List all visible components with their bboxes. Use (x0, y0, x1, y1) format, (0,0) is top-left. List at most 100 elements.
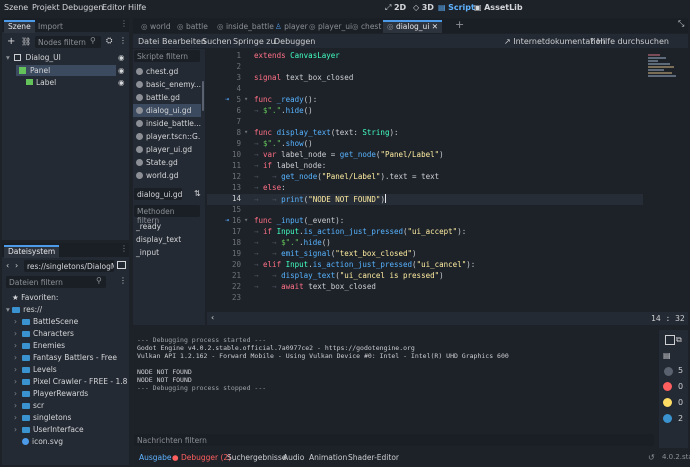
filesystem-item[interactable]: › BattleScene (2, 317, 78, 327)
method-filter-input[interactable]: Methoden filtern (134, 205, 200, 225)
add-node-icon[interactable]: + (7, 36, 15, 47)
code-line[interactable]: 7 (207, 117, 643, 128)
copy-output-icon[interactable]: ⧉ (676, 335, 682, 345)
menu-help[interactable]: Hilfe (128, 3, 146, 12)
path-field[interactable]: res://singletons/DialogMan (24, 260, 114, 272)
message-filter-input[interactable]: Nachrichten filtern (134, 434, 654, 446)
log-icon[interactable] (664, 367, 673, 376)
script-list-scrollbar[interactable] (202, 81, 204, 111)
code-line[interactable]: 22 → → await text_box_closed (207, 282, 643, 293)
bottom-tab[interactable]: Animation (309, 453, 347, 462)
workspace-2d-button[interactable]: ⤢ 2D (385, 3, 406, 13)
filesystem-item[interactable]: › UserInterface (2, 425, 84, 435)
res-root-row[interactable]: ▾ res:// (2, 305, 42, 315)
code-line[interactable]: 20 → elif Input.is_action_just_pressed("u… (207, 260, 643, 271)
script-menu-goto[interactable]: Springe zu (233, 37, 276, 46)
code-line[interactable]: 11 → if label_node: (207, 161, 643, 172)
file-filter-input[interactable]: Dateien filtern (6, 276, 106, 288)
warning-icon[interactable] (663, 398, 672, 407)
close-tab-icon[interactable]: ✕ (429, 22, 438, 31)
filesystem-item[interactable]: › singletons (2, 413, 71, 423)
visibility-eye-icon[interactable]: ◉ (118, 53, 125, 62)
menu-editor[interactable]: Editor (102, 3, 126, 12)
script-menu-debug[interactable]: Debuggen (274, 37, 315, 46)
script-menu-edit[interactable]: Bearbeiten (162, 37, 206, 46)
code-line[interactable]: 19 → → emit_signal("text_box_closed") (207, 249, 643, 260)
code-line[interactable]: 10 → var label_node = get_node("Panel/Lab… (207, 150, 643, 161)
code-line[interactable]: 8 ▾ func display_text(text: String): (207, 128, 643, 139)
script-list-item[interactable]: battle.gd (133, 91, 201, 104)
code-line[interactable]: 16 ⇥ ▾ func _input(_event): (207, 216, 643, 227)
code-line[interactable]: 14 → → print("NODE NOT FOUND") (207, 194, 643, 205)
editor-tab[interactable]: ◎ world (137, 20, 175, 33)
editor-tab[interactable]: ◎ chest (348, 20, 385, 33)
bottom-tab[interactable]: Audio (283, 453, 304, 462)
history-icon[interactable]: ↺ (648, 453, 655, 462)
tree-item-dialog-ui[interactable]: ▾ Dialog_UI ◉ (2, 53, 129, 63)
method-list-item[interactable]: display_text (133, 233, 201, 246)
filesystem-item[interactable]: › Fantasy Battlers - Free (2, 353, 117, 363)
code-line[interactable]: 21 → → display_text("ui_cancel is pressed… (207, 271, 643, 282)
method-list-item[interactable]: _ready (133, 220, 201, 233)
link-icon[interactable]: ⛓ (21, 37, 31, 46)
fold-arrow-icon[interactable]: ▾ (244, 216, 248, 224)
filesystem-item[interactable]: › Levels (2, 365, 57, 375)
workspace-assetlib-button[interactable]: ▣ AssetLib (474, 3, 523, 12)
tree-item-panel[interactable]: Panel ◉ (2, 65, 129, 76)
visibility-eye-icon[interactable]: ◉ (118, 78, 125, 87)
filesystem-item[interactable]: › Characters (2, 329, 74, 339)
menu-debug[interactable]: Debuggen (62, 3, 103, 12)
script-menu-search[interactable]: Suchen (202, 37, 232, 46)
method-list-item[interactable]: _input (133, 246, 201, 259)
clear-output-icon[interactable] (665, 335, 675, 345)
toggle-scripts-panel-icon[interactable]: ‹ (211, 313, 214, 322)
split-mode-icon[interactable] (117, 261, 126, 269)
scene-options-icon[interactable]: ⋮ (119, 36, 127, 45)
dock-menu-icon[interactable]: ⋮ (120, 244, 128, 253)
script-list-item[interactable]: dialog_ui.gd (133, 104, 201, 117)
code-line[interactable]: 1 extends CanvasLayer (207, 51, 643, 62)
fold-arrow-icon[interactable]: ▾ (244, 128, 248, 136)
code-line[interactable]: 13 → else: (207, 183, 643, 194)
code-line[interactable]: 17 → if Input.is_action_just_pressed("ui_… (207, 227, 643, 238)
fold-arrow-icon[interactable]: ▾ (244, 95, 248, 103)
bottom-tab[interactable]: Suchergebnisse (227, 453, 286, 462)
filter-options-icon[interactable]: ⛭ (106, 36, 112, 46)
code-line[interactable]: 9 → $".".show() (207, 139, 643, 150)
filesystem-item[interactable]: › scr (2, 401, 44, 411)
code-line[interactable]: 23 (207, 293, 643, 304)
code-line[interactable]: 2 (207, 62, 643, 73)
tab-import[interactable]: Import (34, 20, 67, 33)
tab-filesystem[interactable]: Dateisystem (4, 245, 60, 258)
code-line[interactable]: 4 (207, 84, 643, 95)
error-icon[interactable] (663, 382, 672, 391)
script-list-item[interactable]: basic_enemy.... (133, 78, 201, 91)
bottom-tab[interactable]: Shader-Editor (348, 453, 399, 462)
tree-item-label[interactable]: Label ◉ (2, 78, 129, 88)
code-line[interactable]: 15 (207, 205, 643, 216)
filesystem-item[interactable]: › Enemies (2, 341, 65, 351)
code-line[interactable]: 18 → → $".".hide() (207, 238, 643, 249)
connected-signal-icon[interactable]: ⇥ (225, 216, 229, 224)
back-icon[interactable]: ‹ (6, 261, 9, 270)
menu-project[interactable]: Projekt (32, 3, 60, 12)
workspace-3d-button[interactable]: ◇ 3D (413, 3, 434, 12)
collapse-icon[interactable]: ▤ (663, 351, 671, 360)
filesystem-item[interactable]: › Pixel Crawler - FREE - 1.8 (2, 377, 127, 387)
script-list-item[interactable]: player_ui.gd (133, 143, 201, 156)
search-help-button[interactable]: ? Hilfe durchsuchen (590, 37, 669, 46)
dock-menu-icon[interactable]: ⋮ (120, 19, 128, 28)
editor-tab[interactable]: ◎ battle (173, 20, 212, 33)
add-tab-icon[interactable]: + (455, 18, 464, 31)
favorites-row[interactable]: ★ Favoriten: (2, 293, 58, 303)
code-line[interactable]: 6 → $".".hide() (207, 106, 643, 117)
code-editor[interactable]: 1 extends CanvasLayer 2 3 signal text_box_cl… (207, 49, 688, 312)
forward-icon[interactable]: › (15, 261, 18, 270)
menu-scene[interactable]: Szene (4, 3, 28, 12)
connected-signal-icon[interactable]: ⇥ (225, 95, 229, 103)
filesystem-item[interactable]: › PlayerRewards (2, 389, 88, 399)
editor-message-icon[interactable] (663, 414, 672, 423)
script-list-item[interactable]: chest.gd (133, 65, 201, 78)
visibility-eye-icon[interactable]: ◉ (118, 66, 125, 75)
code-line[interactable]: 5 ⇥ ▾ func _ready(): (207, 95, 643, 106)
